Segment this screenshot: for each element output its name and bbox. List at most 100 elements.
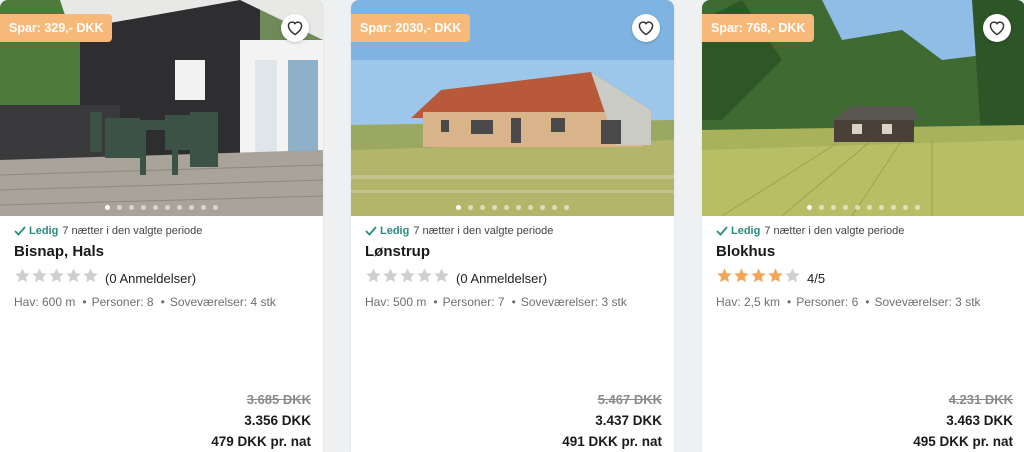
gallery-dot[interactable] bbox=[165, 205, 170, 210]
gallery-dot[interactable] bbox=[843, 205, 848, 210]
availability: Ledig 7 nætter i den valgte periode bbox=[14, 224, 311, 238]
price-per-night: 479 DKK pr. nat bbox=[211, 434, 311, 449]
rating-stars bbox=[14, 267, 99, 289]
gallery-dot[interactable] bbox=[105, 205, 110, 210]
original-price: 3.685 DKK bbox=[246, 392, 311, 407]
rating: 4/5 bbox=[716, 267, 1013, 289]
star-icon bbox=[32, 268, 47, 283]
gallery-dot[interactable] bbox=[117, 205, 122, 210]
rating-stars bbox=[365, 267, 450, 289]
fact-sea-distance: Hav: 600 m bbox=[14, 295, 76, 309]
gallery-dot[interactable] bbox=[903, 205, 908, 210]
fact-persons: Personer: 7 bbox=[442, 295, 505, 309]
heart-icon bbox=[287, 21, 303, 36]
listing-photo[interactable]: Spar: 329,- DKK bbox=[0, 0, 323, 216]
rating: (0 Anmeldelser) bbox=[14, 267, 311, 289]
price-block: 3.685 DKK 3.356 DKK 479 DKK pr. nat bbox=[211, 390, 311, 452]
gallery-dot[interactable] bbox=[552, 205, 557, 210]
gallery-dot[interactable] bbox=[819, 205, 824, 210]
gallery-dot[interactable] bbox=[480, 205, 485, 210]
gallery-dot[interactable] bbox=[807, 205, 812, 210]
rating-text: (0 Anmeldelser) bbox=[105, 270, 197, 286]
star-icon bbox=[66, 268, 81, 283]
gallery-dot[interactable] bbox=[867, 205, 872, 210]
gallery-dots bbox=[0, 205, 323, 210]
listing-name[interactable]: Blokhus bbox=[716, 243, 1013, 263]
gallery-dot[interactable] bbox=[141, 205, 146, 210]
fact-separator: • bbox=[787, 295, 792, 309]
check-icon bbox=[14, 226, 26, 236]
heart-icon bbox=[638, 21, 654, 36]
original-price: 5.467 DKK bbox=[597, 392, 662, 407]
favorite-button[interactable] bbox=[281, 14, 309, 42]
listing-facts: Hav: 600 m • Personer: 8 • Soveværelser:… bbox=[14, 295, 311, 309]
current-price: 3.437 DKK bbox=[595, 413, 662, 428]
price-per-night: 491 DKK pr. nat bbox=[562, 434, 662, 449]
availability-label: Ledig bbox=[380, 225, 410, 237]
gallery-dot[interactable] bbox=[831, 205, 836, 210]
original-price: 4.231 DKK bbox=[948, 392, 1013, 407]
gallery-dot[interactable] bbox=[153, 205, 158, 210]
gallery-dot[interactable] bbox=[915, 205, 920, 210]
gallery-dot[interactable] bbox=[201, 205, 206, 210]
availability-text: 7 nætter i den valgte periode bbox=[413, 225, 554, 237]
gallery-dot[interactable] bbox=[129, 205, 134, 210]
listing-card[interactable]: Spar: 2030,- DKK Ledig 7 nætter i den va… bbox=[351, 0, 674, 452]
availability-text: 7 nætter i den valgte periode bbox=[62, 225, 203, 237]
fact-sea-distance: Hav: 500 m bbox=[365, 295, 427, 309]
listing-name[interactable]: Bisnap, Hals bbox=[14, 243, 311, 263]
gallery-dot[interactable] bbox=[456, 205, 461, 210]
availability: Ledig 7 nætter i den valgte periode bbox=[365, 224, 662, 238]
listing-photo[interactable]: Spar: 2030,- DKK bbox=[351, 0, 674, 216]
current-price: 3.463 DKK bbox=[946, 413, 1013, 428]
heart-icon bbox=[989, 21, 1005, 36]
star-icon bbox=[717, 268, 732, 283]
availability-label: Ledig bbox=[29, 225, 59, 237]
gallery-dot[interactable] bbox=[177, 205, 182, 210]
availability-label: Ledig bbox=[731, 225, 761, 237]
star-icon bbox=[734, 268, 749, 283]
star-icon bbox=[83, 268, 98, 283]
star-icon bbox=[768, 268, 783, 283]
fact-bedrooms: Soveværelser: 4 stk bbox=[169, 295, 276, 309]
rating-text: 4/5 bbox=[807, 270, 826, 286]
fact-separator: • bbox=[865, 295, 870, 309]
gallery-dot[interactable] bbox=[189, 205, 194, 210]
gallery-dot[interactable] bbox=[891, 205, 896, 210]
gallery-dot[interactable] bbox=[879, 205, 884, 210]
gallery-dot[interactable] bbox=[564, 205, 569, 210]
gallery-dot[interactable] bbox=[528, 205, 533, 210]
gallery-dot[interactable] bbox=[504, 205, 509, 210]
listing-photo[interactable]: Spar: 768,- DKK bbox=[702, 0, 1024, 216]
gallery-dot[interactable] bbox=[540, 205, 545, 210]
listing-facts: Hav: 500 m • Personer: 7 • Soveværelser:… bbox=[365, 295, 662, 309]
current-price: 3.356 DKK bbox=[244, 413, 311, 428]
gallery-dot[interactable] bbox=[468, 205, 473, 210]
check-icon bbox=[716, 226, 728, 236]
availability: Ledig 7 nætter i den valgte periode bbox=[716, 224, 1013, 238]
gallery-dot[interactable] bbox=[516, 205, 521, 210]
rating-text: (0 Anmeldelser) bbox=[456, 270, 548, 286]
star-icon bbox=[751, 268, 766, 283]
gallery-dot[interactable] bbox=[213, 205, 218, 210]
star-icon bbox=[366, 268, 381, 283]
favorite-button[interactable] bbox=[632, 14, 660, 42]
fact-separator: • bbox=[433, 295, 438, 309]
listing-card[interactable]: Spar: 768,- DKK Ledig 7 nætter i den val… bbox=[702, 0, 1024, 452]
gallery-dots bbox=[702, 205, 1024, 210]
fact-separator: • bbox=[511, 295, 516, 309]
star-icon bbox=[49, 268, 64, 283]
gallery-dot[interactable] bbox=[855, 205, 860, 210]
check-icon bbox=[365, 226, 377, 236]
star-icon bbox=[417, 268, 432, 283]
fact-bedrooms: Soveværelser: 3 stk bbox=[874, 295, 981, 309]
rating-stars bbox=[716, 267, 801, 289]
gallery-dot[interactable] bbox=[492, 205, 497, 210]
listing-card[interactable]: Spar: 329,- DKK Ledig 7 nætter i den val… bbox=[0, 0, 323, 452]
price-per-night: 495 DKK pr. nat bbox=[913, 434, 1013, 449]
star-icon bbox=[400, 268, 415, 283]
listing-name[interactable]: Lønstrup bbox=[365, 243, 662, 263]
favorite-button[interactable] bbox=[983, 14, 1011, 42]
rating: (0 Anmeldelser) bbox=[365, 267, 662, 289]
fact-separator: • bbox=[82, 295, 87, 309]
